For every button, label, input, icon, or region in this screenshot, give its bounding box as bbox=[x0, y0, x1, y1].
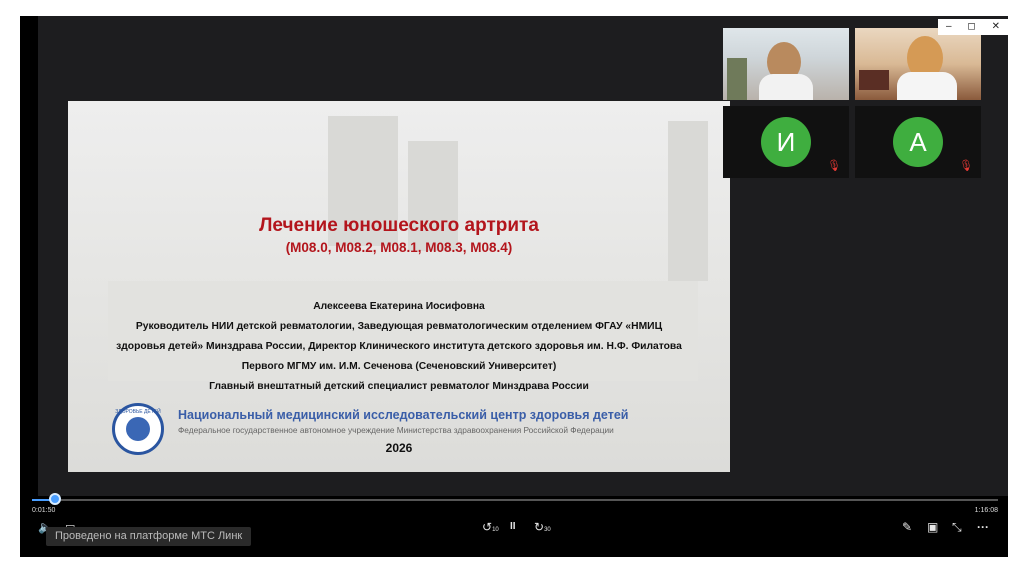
participant-tile[interactable]: А 🎙 bbox=[855, 106, 981, 178]
slide-line: Главный внештатный детский специалист ре… bbox=[209, 381, 589, 392]
picture-in-picture-icon[interactable]: ▣ bbox=[927, 520, 938, 534]
rewind-10-button[interactable]: ↺10 bbox=[482, 520, 499, 537]
avatar: И bbox=[761, 117, 811, 167]
elapsed-time: 0:01:50 bbox=[32, 507, 56, 514]
video-player: Лечение юношеского артрита (М08.0, М08.2… bbox=[20, 16, 1008, 557]
restore-button[interactable]: ◻ bbox=[967, 19, 975, 35]
participant-tile[interactable]: И 🎙 bbox=[723, 106, 849, 178]
slide-author: Алексеева Екатерина Иосифовна bbox=[313, 301, 485, 312]
more-options-icon[interactable]: ··· bbox=[977, 520, 989, 534]
slide-codes: (М08.0, М08.2, М08.1, М08.3, М08.4) bbox=[285, 240, 513, 255]
rewind-icon: ↺ bbox=[482, 520, 493, 534]
presentation-slide: Лечение юношеского артрита (М08.0, М08.2… bbox=[68, 101, 730, 472]
pen-icon[interactable]: ✎ bbox=[902, 520, 912, 534]
platform-caption: Проведено на платформе МТС Линк bbox=[46, 527, 252, 546]
background-chair bbox=[859, 70, 889, 90]
forward-30-button[interactable]: ↻30 bbox=[534, 520, 551, 537]
minimize-button[interactable]: – bbox=[946, 19, 952, 35]
logo-emblem bbox=[126, 417, 150, 441]
forward-icon: ↻ bbox=[534, 520, 545, 534]
bg-building bbox=[668, 121, 708, 281]
progress-knob[interactable] bbox=[49, 493, 62, 505]
mic-off-icon: 🎙 bbox=[959, 160, 973, 172]
participant-video[interactable] bbox=[855, 28, 981, 100]
slide-line: Первого МГМУ им. И.М. Сеченова (Сеченовс… bbox=[241, 361, 557, 372]
forward-label: 30 bbox=[544, 527, 551, 533]
total-duration: 1:16:08 bbox=[974, 507, 998, 514]
rewind-label: 10 bbox=[492, 527, 499, 533]
participant-video[interactable] bbox=[723, 28, 849, 100]
background-plant bbox=[727, 58, 747, 100]
participant-body bbox=[897, 72, 957, 100]
logo-text: ЗДОРОВЬЕ ДЕТЕЙ bbox=[115, 409, 161, 415]
slide-line: здоровья детей» Минздрава России, Директ… bbox=[116, 341, 682, 352]
organization-name: Национальный медицинский исследовательск… bbox=[178, 408, 629, 422]
slide-year: 2026 bbox=[385, 441, 413, 455]
avatar: А bbox=[893, 117, 943, 167]
mic-off-icon: 🎙 bbox=[827, 160, 841, 172]
participant-body bbox=[759, 74, 813, 100]
slide-title: Лечение юношеского артрита bbox=[259, 215, 539, 236]
close-button[interactable]: ✕ bbox=[992, 19, 1000, 35]
collapse-icon[interactable]: ⤡ bbox=[952, 520, 962, 534]
window-controls: – ◻ ✕ bbox=[938, 19, 1008, 35]
conference-stage: Лечение юношеского артрита (М08.0, М08.2… bbox=[38, 16, 1008, 496]
organization-subtitle: Федеральное государственное автономное у… bbox=[178, 425, 614, 435]
slide-line: Руководитель НИИ детской ревматологии, З… bbox=[135, 321, 663, 332]
progress-bar[interactable] bbox=[32, 499, 998, 501]
pause-button[interactable]: II bbox=[510, 520, 516, 534]
